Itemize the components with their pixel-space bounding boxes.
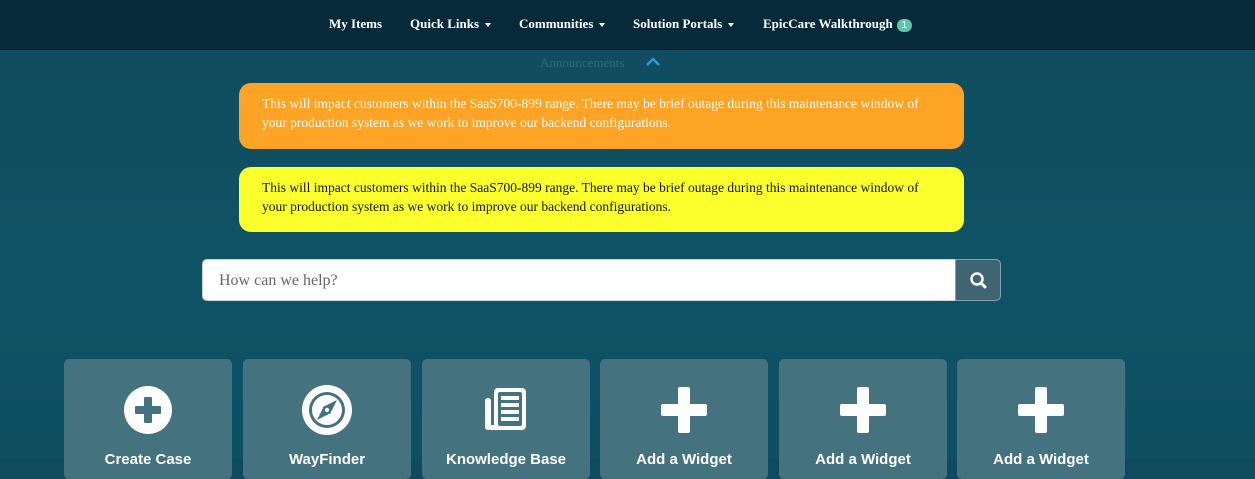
announcement-alert: This will impact customers within the Sa…: [239, 167, 964, 232]
announcement-alert: This will impact customers within the Sa…: [239, 83, 964, 149]
plus-icon: [840, 387, 886, 433]
chevron-up-icon[interactable]: [645, 55, 661, 67]
search-field: [202, 259, 957, 302]
tile-add-widget[interactable]: Add a Widget: [957, 359, 1125, 479]
newspaper-icon: [485, 388, 526, 430]
nav-solution-portals[interactable]: Solution Portals: [633, 16, 735, 32]
plus-icon: [1018, 387, 1064, 433]
caret-down-icon: [599, 23, 606, 28]
nav-quick-links[interactable]: Quick Links: [410, 16, 492, 32]
plus-circle-icon: [124, 386, 172, 434]
caret-down-icon: [485, 23, 492, 28]
search-button[interactable]: [955, 259, 1001, 301]
search-icon: [970, 272, 987, 289]
tile-label: Add a Widget: [815, 451, 911, 468]
tile-wayfinder[interactable]: WayFinder: [243, 359, 411, 479]
tile-create-case[interactable]: Create Case: [64, 359, 232, 479]
tile-label: Add a Widget: [993, 451, 1089, 468]
compass-icon: [302, 385, 352, 435]
tile-label: Knowledge Base: [445, 451, 567, 468]
top-navigation: My Items Quick Links Communities Solutio…: [0, 0, 1255, 50]
tile-label: Create Case: [104, 451, 192, 468]
tile-add-widget[interactable]: Add a Widget: [600, 359, 768, 479]
nav-solution-portals-label: Solution Portals: [633, 16, 723, 31]
plus-icon: [661, 387, 707, 433]
tile-add-widget[interactable]: Add a Widget: [779, 359, 947, 479]
tile-label: Add a Widget: [636, 451, 732, 468]
search-input[interactable]: [217, 260, 941, 302]
nav-walkthrough-label: EpicCare Walkthrough: [763, 16, 893, 31]
caret-down-icon: [728, 23, 735, 28]
nav-communities-label: Communities: [519, 16, 594, 31]
announcements-toggle-label[interactable]: Announcements: [540, 55, 624, 71]
nav-quick-links-label: Quick Links: [410, 16, 480, 31]
nav-my-items[interactable]: My Items: [329, 16, 382, 32]
tile-label: WayFinder: [288, 451, 366, 468]
tile-knowledge-base[interactable]: Knowledge Base: [422, 359, 590, 479]
walkthrough-badge: 1: [896, 18, 913, 32]
nav-walkthrough[interactable]: EpicCare Walkthrough 1: [763, 16, 913, 32]
nav-communities[interactable]: Communities: [519, 16, 606, 32]
